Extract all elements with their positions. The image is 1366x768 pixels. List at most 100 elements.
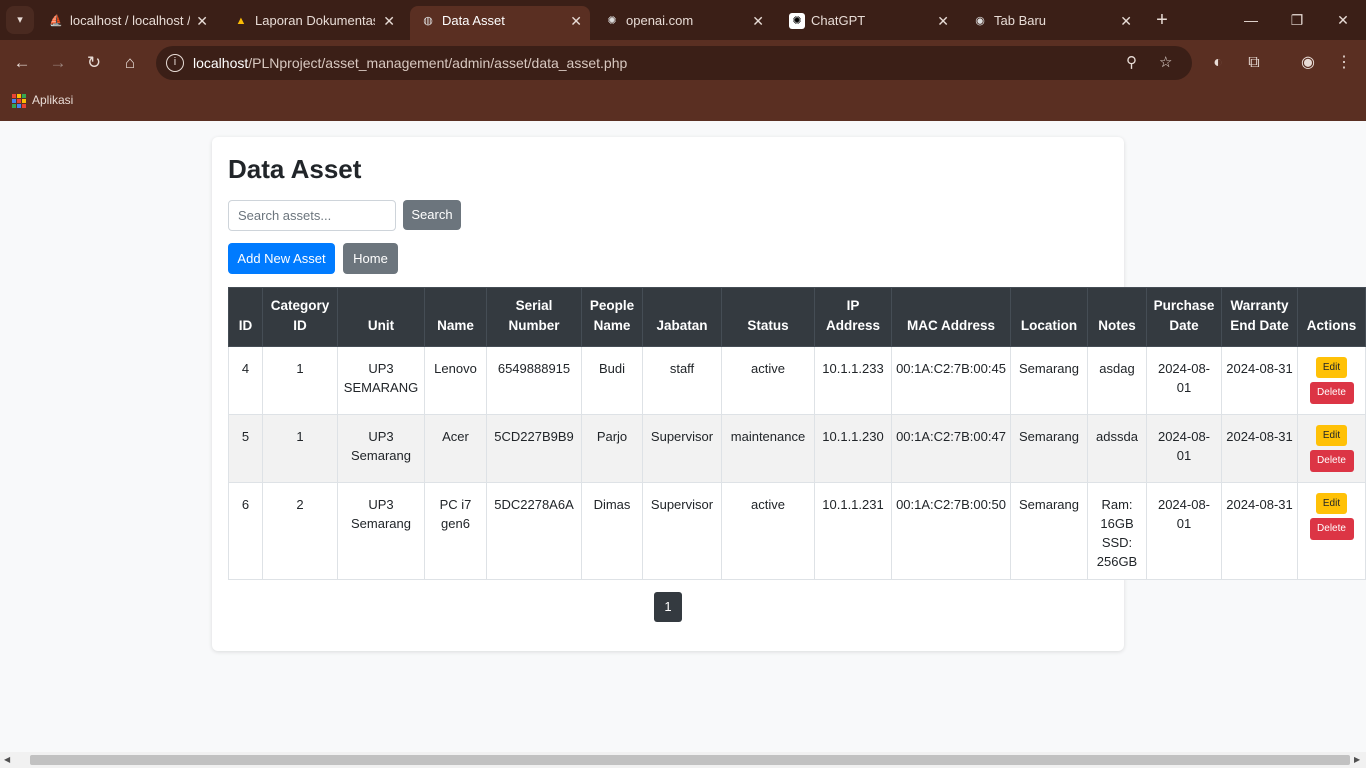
pagination-page-1[interactable]: 1 xyxy=(654,592,682,622)
page-viewport: Data Asset Search Add New Asset Home ID … xyxy=(0,121,1366,752)
table-cell: Ram: 16GB SSD: 256GB xyxy=(1087,482,1147,580)
edit-button[interactable]: Edit xyxy=(1316,357,1347,378)
tab-phpmyadmin[interactable]: ⛵ localhost / localhost / ✕ xyxy=(38,6,216,36)
url-path: /PLNproject/asset_management/admin/asset… xyxy=(248,55,628,71)
bookmark-star-icon[interactable]: ☆ xyxy=(1159,46,1172,80)
back-icon[interactable]: ← xyxy=(8,49,36,77)
close-tab-icon[interactable]: ✕ xyxy=(937,6,949,36)
table-cell: 1 xyxy=(262,414,338,483)
horizontal-scrollbar[interactable]: ◀ ▶ xyxy=(0,752,1366,768)
table-cell: 10.1.1.233 xyxy=(814,346,892,415)
column-header: Unit xyxy=(337,287,425,347)
table-cell: 2024-08-01 xyxy=(1146,414,1222,483)
address-bar[interactable]: i localhost/PLNproject/asset_management/… xyxy=(156,46,1192,80)
new-tab-icon[interactable]: + xyxy=(1150,6,1174,34)
scrollbar-thumb[interactable] xyxy=(30,755,1350,765)
table-cell: Semarang xyxy=(1010,482,1088,580)
site-info-icon[interactable]: i xyxy=(166,54,184,72)
table-cell: 4 xyxy=(228,346,263,415)
extension-circle-icon[interactable]: ◐ xyxy=(1204,49,1232,77)
table-cell: Semarang xyxy=(1010,414,1088,483)
scroll-right-icon[interactable]: ▶ xyxy=(1354,755,1360,764)
column-header: MAC Address xyxy=(891,287,1011,347)
table-cell: staff xyxy=(642,346,722,415)
add-asset-button[interactable]: Add New Asset xyxy=(228,243,335,274)
tab-strip: ▾ ⛵ localhost / localhost / ✕ ▲ Laporan … xyxy=(0,0,1366,40)
reload-icon[interactable]: ↻ xyxy=(80,49,108,77)
edit-button[interactable]: Edit xyxy=(1316,493,1347,514)
chatgpt-icon: ✺ xyxy=(789,13,805,29)
delete-button[interactable]: Delete xyxy=(1309,382,1354,404)
table-cell: Supervisor xyxy=(642,482,722,580)
close-tab-icon[interactable]: ✕ xyxy=(570,6,582,36)
home-button[interactable]: Home xyxy=(343,243,398,274)
menu-dots-icon[interactable]: ⋮ xyxy=(1330,49,1358,77)
table-cell: UP3 Semarang xyxy=(337,414,425,483)
actions-cell: Edit Delete xyxy=(1297,414,1366,483)
scroll-left-icon[interactable]: ◀ xyxy=(4,755,10,764)
table-cell: PC i7 gen6 xyxy=(424,482,487,580)
table-cell: 00:1A:C2:7B:00:50 xyxy=(891,482,1011,580)
table-cell: Semarang xyxy=(1010,346,1088,415)
column-header: Name xyxy=(424,287,487,347)
column-header: Purchase Date xyxy=(1146,287,1222,347)
minimize-icon[interactable]: — xyxy=(1228,0,1274,40)
table-cell: 5DC2278A6A xyxy=(486,482,582,580)
tab-new[interactable]: ◉ Tab Baru ✕ xyxy=(962,6,1140,36)
table-cell: 2024-08-31 xyxy=(1221,482,1298,580)
close-tab-icon[interactable]: ✕ xyxy=(383,6,395,36)
extensions-puzzle-icon[interactable]: ⧉ xyxy=(1240,49,1268,77)
column-header: Serial Number xyxy=(486,287,582,347)
apps-grid-icon xyxy=(12,93,26,108)
table-cell: 1 xyxy=(262,346,338,415)
table-cell: Lenovo xyxy=(424,346,487,415)
tab-search-button[interactable]: ▾ xyxy=(6,6,34,34)
table-cell: 2 xyxy=(262,482,338,580)
column-header: Actions xyxy=(1297,287,1366,347)
delete-button[interactable]: Delete xyxy=(1309,450,1354,472)
google-drive-icon: ▲ xyxy=(235,15,247,27)
table-row: 6 2 UP3 Semarang PC i7 gen6 5DC2278A6A D… xyxy=(228,482,1366,580)
table-cell: UP3 SEMARANG xyxy=(337,346,425,415)
search-input[interactable] xyxy=(228,200,396,231)
table-cell: 2024-08-01 xyxy=(1146,482,1222,580)
table-cell: 6 xyxy=(228,482,263,580)
page-title: Data Asset xyxy=(228,154,362,184)
column-header: Location xyxy=(1010,287,1088,347)
profile-avatar-icon[interactable]: ◉ xyxy=(1294,49,1322,77)
restore-icon[interactable]: ❐ xyxy=(1274,0,1320,40)
close-tab-icon[interactable]: ✕ xyxy=(196,6,208,36)
tab-data-asset[interactable]: ◍ Data Asset ✕ xyxy=(410,6,590,40)
tab-openai[interactable]: ✺ openai.com ✕ xyxy=(594,6,772,36)
table-cell: 2024-08-31 xyxy=(1221,414,1298,483)
apps-bookmark[interactable]: Aplikasi xyxy=(12,93,73,108)
column-header: Jabatan xyxy=(642,287,722,347)
table-cell: maintenance xyxy=(721,414,815,483)
table-cell: Supervisor xyxy=(642,414,722,483)
table-header-row: ID Category ID Unit Name Serial Number P… xyxy=(228,287,1366,347)
openai-icon: ✺ xyxy=(607,15,617,27)
search-button[interactable]: Search xyxy=(403,200,461,230)
phpmyadmin-icon: ⛵ xyxy=(49,15,63,27)
column-header: Status xyxy=(721,287,815,347)
close-window-icon[interactable]: ✕ xyxy=(1320,0,1366,40)
actions-cell: Edit Delete xyxy=(1297,346,1366,415)
tab-chatgpt[interactable]: ✺ ChatGPT ✕ xyxy=(779,6,957,36)
table-cell: 10.1.1.231 xyxy=(814,482,892,580)
table-cell: Budi xyxy=(581,346,643,415)
close-tab-icon[interactable]: ✕ xyxy=(1120,6,1132,36)
column-header: ID xyxy=(228,287,263,347)
close-tab-icon[interactable]: ✕ xyxy=(752,6,764,36)
tab-laporan[interactable]: ▲ Laporan Dokumentasi ✕ xyxy=(223,6,403,36)
table-cell: Acer xyxy=(424,414,487,483)
table-cell: active xyxy=(721,346,815,415)
edit-button[interactable]: Edit xyxy=(1316,425,1347,446)
delete-button[interactable]: Delete xyxy=(1309,518,1354,540)
forward-icon[interactable]: → xyxy=(44,49,72,77)
globe-icon: ◍ xyxy=(423,15,433,27)
table-cell: 6549888915 xyxy=(486,346,582,415)
table-row: 4 1 UP3 SEMARANG Lenovo 6549888915 Budi … xyxy=(228,346,1366,415)
zoom-icon[interactable]: ⚲ xyxy=(1126,46,1137,80)
home-icon[interactable]: ⌂ xyxy=(116,49,144,77)
column-header: IP Address xyxy=(814,287,892,347)
